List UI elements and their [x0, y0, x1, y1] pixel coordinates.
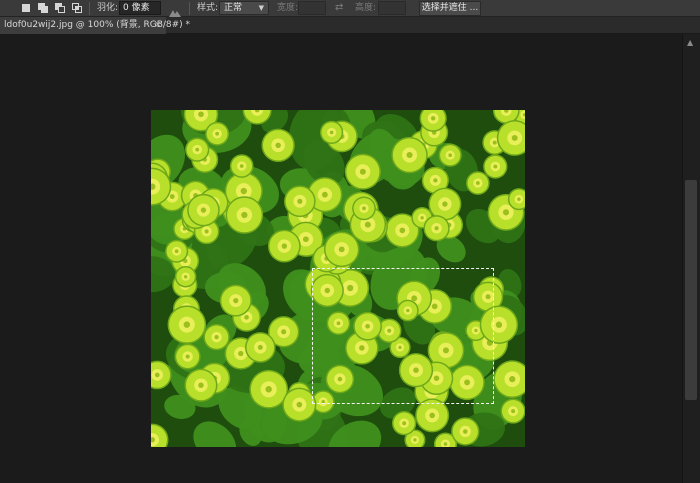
- close-icon[interactable]: ×: [154, 17, 162, 34]
- document-tab-bar: ldof0u2wij2.jpg @ 100% (背景, RGB/8#) * ×: [0, 17, 700, 34]
- vertical-scrollbar[interactable]: ▲: [682, 34, 700, 483]
- select-and-mask-button[interactable]: 选择并遮住 ...: [419, 1, 481, 16]
- options-bar: 羽化: 0 像素 样式: 正常 ▼ 宽度: ⇄ 高度: 选择并遮住 ...: [0, 0, 700, 17]
- height-label: 高度:: [355, 3, 377, 13]
- scroll-up-icon[interactable]: ▲: [687, 38, 693, 47]
- document-tab[interactable]: ldof0u2wij2.jpg @ 100% (背景, RGB/8#) * ×: [0, 17, 190, 34]
- intersect-selection-icon[interactable]: [72, 3, 83, 14]
- separator: [89, 2, 90, 15]
- subtract-from-selection-icon[interactable]: [55, 3, 66, 14]
- swap-icon[interactable]: ⇄: [335, 2, 343, 13]
- add-to-selection-icon[interactable]: [38, 3, 49, 14]
- style-select[interactable]: 正常 ▼: [219, 1, 269, 15]
- feather-label: 羽化:: [97, 3, 119, 13]
- rectangular-marquee-selection[interactable]: [312, 268, 494, 404]
- width-input[interactable]: [298, 1, 326, 15]
- scrollbar-thumb[interactable]: [685, 180, 697, 400]
- height-input[interactable]: [378, 1, 406, 15]
- width-label: 宽度:: [277, 3, 299, 13]
- style-select-value: 正常: [224, 3, 243, 13]
- separator: [189, 2, 190, 15]
- style-label: 样式:: [197, 3, 219, 13]
- anti-alias-icon[interactable]: [168, 3, 182, 17]
- document-tab-label: ldof0u2wij2.jpg @ 100% (背景, RGB/8#) *: [4, 20, 191, 30]
- feather-input[interactable]: 0 像素: [119, 1, 161, 15]
- new-selection-icon[interactable]: [21, 3, 32, 14]
- chevron-down-icon: ▼: [258, 4, 264, 12]
